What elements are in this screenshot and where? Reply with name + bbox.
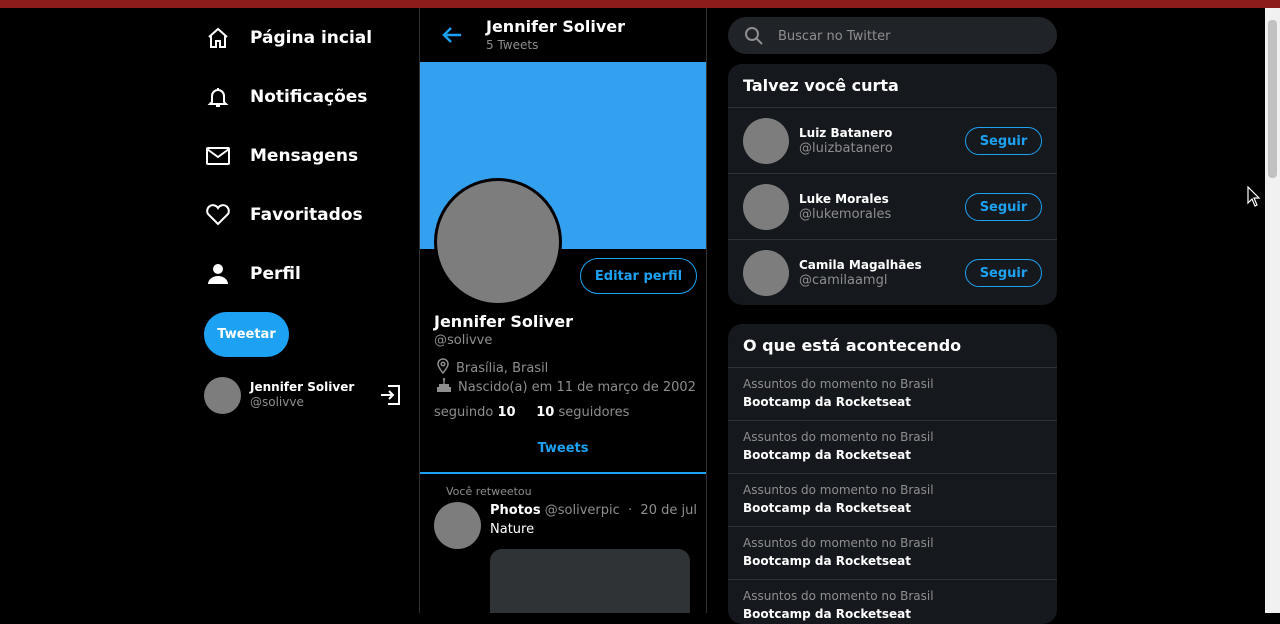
nav-item-label: Notificações [250, 86, 368, 107]
tweet-count: 5 Tweets [486, 38, 539, 52]
nav-item-label: Mensagens [250, 145, 359, 166]
nav-item-label: Favoritados [250, 204, 363, 225]
tab-tweets[interactable]: Tweets [420, 436, 706, 474]
tweet-separator: · [628, 503, 633, 518]
tweet-button[interactable]: Tweetar [204, 312, 289, 357]
trends-card: O que está acontecendo Assuntos do momen… [728, 324, 1057, 624]
avatar [743, 118, 789, 164]
trend-item[interactable]: Assuntos do momento no Brasil Bootcamp d… [728, 368, 1057, 421]
nav-item-label: Página incial [250, 27, 373, 48]
user-icon [204, 260, 232, 288]
trend-context: Assuntos do momento no Brasil [743, 430, 934, 444]
sidebar-nav: Página incial Notificações Mensagens Fav… [204, 8, 419, 303]
current-user-handle: @solivve [250, 395, 304, 409]
nav-item-notifications[interactable]: Notificações [204, 67, 419, 126]
profile-column: Jennifer Soliver 5 Tweets Editar perfil … [419, 8, 707, 613]
suggested-user-handle: @luizbatanero [799, 141, 893, 156]
followers-label: seguidores [558, 405, 630, 420]
browser-top-bar [0, 0, 1280, 8]
followers-count[interactable]: 10 [536, 405, 554, 420]
list-item[interactable]: Luiz Batanero @luizbatanero Seguir [728, 108, 1057, 174]
profile-avatar [434, 178, 562, 306]
scrollbar-thumb[interactable] [1268, 20, 1277, 178]
search-bar [728, 17, 1057, 56]
list-item[interactable]: Luke Morales @lukemorales Seguir [728, 174, 1057, 240]
follow-button[interactable]: Seguir [965, 259, 1042, 287]
profile-birthdate: Nascido(a) em 11 de março de 2002 [436, 377, 696, 397]
suggested-user-name: Camila Magalhães [799, 258, 922, 272]
trend-topic: Bootcamp da Rocketseat [743, 448, 911, 462]
profile-header: Jennifer Soliver 5 Tweets [420, 8, 706, 62]
trends-title: O que está acontecendo [728, 324, 1057, 368]
retweet-label: Você retweetou [446, 485, 532, 498]
logout-icon[interactable] [379, 384, 401, 410]
edit-profile-button[interactable]: Editar perfil [580, 258, 697, 294]
trend-topic: Bootcamp da Rocketseat [743, 501, 911, 515]
nav-item-profile[interactable]: Perfil [204, 244, 419, 303]
trend-topic: Bootcamp da Rocketseat [743, 607, 911, 621]
tweet-author[interactable]: Photos [490, 503, 541, 518]
bell-icon [204, 83, 232, 111]
home-icon [204, 24, 232, 52]
nav-item-messages[interactable]: Mensagens [204, 126, 419, 185]
heart-icon [204, 201, 232, 229]
birthdate-text: Nascido(a) em 11 de março de 2002 [458, 379, 696, 395]
mail-icon [204, 142, 232, 170]
avatar [743, 184, 789, 230]
location-pin-icon [436, 358, 450, 378]
current-user-info: Jennifer Soliver @solivve [250, 380, 354, 410]
tweet-text: Nature [490, 522, 535, 537]
nav-item-favorites[interactable]: Favoritados [204, 185, 419, 244]
trend-context: Assuntos do momento no Brasil [743, 536, 934, 550]
profile-name: Jennifer Soliver [434, 312, 573, 331]
current-user-name: Jennifer Soliver [250, 380, 355, 394]
trend-topic: Bootcamp da Rocketseat [743, 395, 911, 409]
trend-topic: Bootcamp da Rocketseat [743, 554, 911, 568]
search-input[interactable] [776, 17, 1040, 56]
tweet-avatar[interactable] [434, 502, 481, 549]
back-arrow-icon[interactable] [441, 24, 463, 50]
nav-item-label: Perfil [250, 263, 301, 284]
trend-item[interactable]: Assuntos do momento no Brasil Bootcamp d… [728, 421, 1057, 474]
trend-context: Assuntos do momento no Brasil [743, 589, 934, 603]
profile-handle: @solivve [434, 333, 493, 348]
suggested-user-handle: @lukemorales [799, 207, 892, 222]
avatar [743, 250, 789, 296]
tab-tweets-label: Tweets [537, 441, 589, 456]
list-item[interactable]: Camila Magalhães @camilaamgl Seguir [728, 240, 1057, 305]
profile-location: Brasília, Brasil [436, 358, 548, 378]
trend-item[interactable]: Assuntos do momento no Brasil Bootcamp d… [728, 580, 1057, 624]
suggested-user-name: Luke Morales [799, 192, 889, 206]
following-count[interactable]: 10 [497, 405, 515, 420]
tweet-header: Photos @soliverpic · 20 de jul [490, 503, 697, 518]
cake-icon [436, 377, 452, 397]
tweet-media[interactable] [490, 549, 690, 613]
location-text: Brasília, Brasil [456, 360, 549, 376]
suggested-user-handle: @camilaamgl [799, 273, 888, 288]
suggested-user-name: Luiz Batanero [799, 126, 893, 140]
trend-item[interactable]: Assuntos do momento no Brasil Bootcamp d… [728, 474, 1057, 527]
trend-item[interactable]: Assuntos do momento no Brasil Bootcamp d… [728, 527, 1057, 580]
who-to-follow-card: Talvez você curta Luiz Batanero @luizbat… [728, 64, 1057, 305]
following-label: seguindo [434, 405, 494, 420]
search-icon [744, 26, 764, 50]
trend-context: Assuntos do momento no Brasil [743, 377, 934, 391]
current-user[interactable]: Jennifer Soliver @solivve [204, 376, 404, 414]
page-title: Jennifer Soliver [486, 17, 625, 36]
mouse-cursor-icon [1247, 185, 1261, 212]
follow-stats: seguindo 10 10 seguidores [434, 405, 629, 420]
page-scrollbar[interactable] [1265, 8, 1280, 613]
follow-button[interactable]: Seguir [965, 193, 1042, 221]
tweet-handle: @soliverpic [544, 503, 620, 518]
who-to-follow-title: Talvez você curta [728, 64, 1057, 108]
nav-item-home[interactable]: Página incial [204, 8, 419, 67]
tweet-date: 20 de jul [640, 503, 697, 518]
avatar [204, 376, 241, 414]
trend-context: Assuntos do momento no Brasil [743, 483, 934, 497]
follow-button[interactable]: Seguir [965, 127, 1042, 155]
